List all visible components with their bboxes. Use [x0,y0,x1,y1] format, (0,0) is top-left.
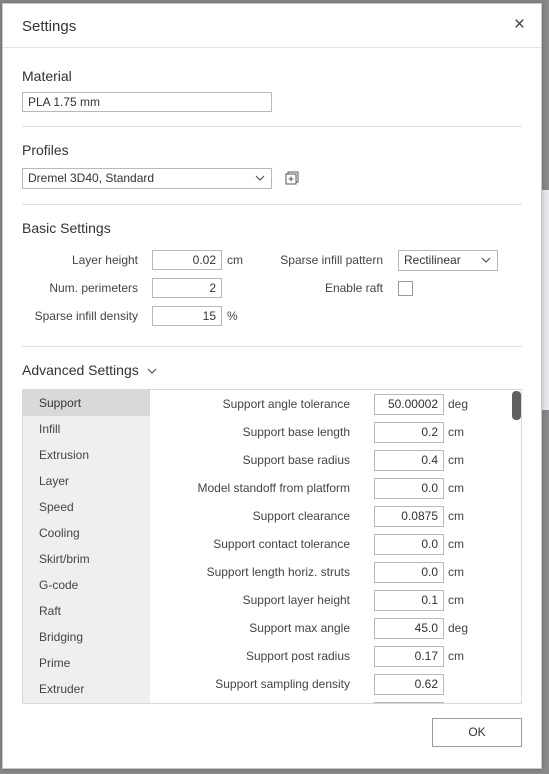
category-support[interactable]: Support [23,390,150,416]
advanced-settings-toggle[interactable]: Advanced Settings [22,362,139,378]
param-label: Support layer height [242,593,350,607]
dialog-title: Settings [22,18,77,35]
category-raft[interactable]: Raft [23,598,150,624]
param-row: Support sampling density 0.62 [150,670,510,698]
param-input[interactable]: 45.0 [374,618,444,639]
param-unit: cm [448,593,464,607]
num-perimeters-label: Num. perimeters [49,281,138,295]
param-row [150,698,510,703]
add-profile-icon[interactable] [285,171,299,185]
param-row: Support clearance 0.0875 cm [150,502,510,530]
dialog-titlebar: Settings × [3,4,541,48]
param-unit: cm [448,537,464,551]
category-list: Support Infill Extrusion Layer Speed Coo… [23,390,150,703]
param-row: Support base radius 0.4 cm [150,446,510,474]
category-extruder[interactable]: Extruder [23,676,150,702]
material-field[interactable]: PLA 1.75 mm [22,92,272,112]
material-heading: Material [22,68,72,84]
param-input[interactable]: 0.1 [374,590,444,611]
divider [22,126,522,127]
param-label: Support base radius [242,453,350,467]
param-unit: cm [448,649,464,663]
param-input[interactable]: 0.4 [374,450,444,471]
param-input-partial[interactable] [374,702,444,703]
param-input[interactable]: 0.0 [374,562,444,583]
param-label: Support max angle [249,621,350,635]
settings-dialog: Settings × Material PLA 1.75 mm Profiles… [2,3,542,769]
category-infill[interactable]: Infill [23,416,150,442]
category-cooling[interactable]: Cooling [23,520,150,546]
param-input[interactable]: 0.0 [374,534,444,555]
param-row: Support length horiz. struts 0.0 cm [150,558,510,586]
param-row: Support max angle 45.0 deg [150,614,510,642]
chevron-down-icon[interactable] [145,364,159,378]
param-unit: cm [448,509,464,523]
param-input[interactable]: 0.62 [374,674,444,695]
param-unit: cm [448,565,464,579]
profile-select-value: Dremel 3D40, Standard [28,171,155,185]
divider [22,346,522,347]
sparse-pattern-label: Sparse infill pattern [280,253,383,267]
param-label: Support angle tolerance [222,397,350,411]
enable-raft-label: Enable raft [324,281,383,295]
param-input[interactable]: 0.0875 [374,506,444,527]
param-row: Support contact tolerance 0.0 cm [150,530,510,558]
sparse-pattern-select[interactable]: Rectilinear [398,250,498,271]
profiles-heading: Profiles [22,142,69,158]
sparse-density-unit: % [227,309,238,323]
category-layer[interactable]: Layer [23,468,150,494]
param-row: Support base length 0.2 cm [150,418,510,446]
param-label: Support clearance [252,509,350,523]
category-extrusion[interactable]: Extrusion [23,442,150,468]
chevron-down-icon [255,175,265,181]
param-label: Support length horiz. struts [206,565,350,579]
param-label: Model standoff from platform [197,481,350,495]
basic-settings-heading: Basic Settings [22,220,111,236]
category-speed[interactable]: Speed [23,494,150,520]
param-input[interactable]: 50.00002 [374,394,444,415]
ok-button[interactable]: OK [432,718,522,747]
sparse-pattern-value: Rectilinear [404,253,461,267]
category-bridging[interactable]: Bridging [23,624,150,650]
layer-height-unit: cm [227,253,243,267]
close-icon[interactable]: × [514,15,525,34]
layer-height-input[interactable]: 0.02 [152,250,222,270]
param-row: Support layer height 0.1 cm [150,586,510,614]
param-unit: cm [448,453,464,467]
profile-select[interactable]: Dremel 3D40, Standard [22,168,272,189]
chevron-down-icon [481,257,491,263]
category-prime[interactable]: Prime [23,650,150,676]
param-label: Support contact tolerance [213,537,350,551]
param-label: Support base length [242,425,350,439]
category-skirt-brim[interactable]: Skirt/brim [23,546,150,572]
sparse-density-label: Sparse infill density [34,309,138,323]
category-gcode[interactable]: G-code [23,572,150,598]
num-perimeters-input[interactable]: 2 [152,278,222,298]
param-label: Support sampling density [215,677,350,691]
layer-height-label: Layer height [71,253,138,267]
param-row: Support post radius 0.17 cm [150,642,510,670]
advanced-settings-panel: Support Infill Extrusion Layer Speed Coo… [22,389,522,704]
param-row: Support angle tolerance 50.00002 deg [150,390,510,418]
param-input[interactable]: 0.17 [374,646,444,667]
enable-raft-checkbox[interactable] [398,281,413,296]
divider [22,204,522,205]
param-input[interactable]: 0.2 [374,422,444,443]
panel-scrollbar-thumb[interactable] [512,391,521,420]
param-unit: deg [448,621,469,635]
param-unit: deg [448,397,469,411]
param-input[interactable]: 0.0 [374,478,444,499]
param-unit: cm [448,425,464,439]
sparse-density-input[interactable]: 15 [152,306,222,326]
param-label: Support post radius [245,649,350,663]
param-unit: cm [448,481,464,495]
param-row: Model standoff from platform 0.0 cm [150,474,510,502]
